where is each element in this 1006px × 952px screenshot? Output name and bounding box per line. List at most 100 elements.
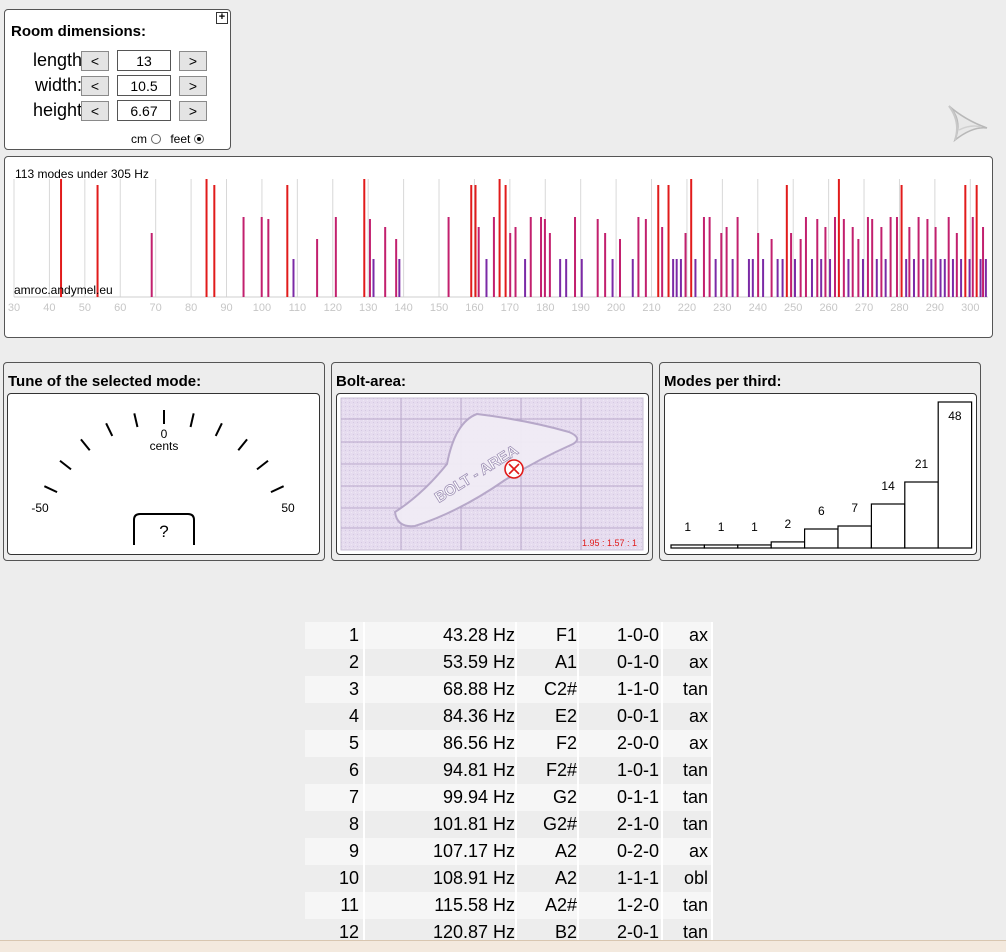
mode-type: tan [662,676,713,703]
length-increase-button[interactable]: > [179,51,207,71]
feet-label: feet [170,132,191,146]
bolt-area-plot: BOLT - AREA 1.95 : 1.57 : 1 [336,393,649,555]
mode-index: 9 [305,838,365,865]
table-row[interactable]: 11 115.58 Hz A2# 1-2-0 tan [305,892,713,919]
mode-note: A2 [516,865,579,892]
tune-title: Tune of the selected mode: [8,373,202,390]
modes-table: 1 43.28 Hz F1 1-0-0 ax 2 53.59 Hz A1 0-1-0 ax 3 68.… [305,622,713,946]
length-input[interactable] [117,50,171,71]
unit-selector: cm feet [131,132,210,146]
tune-scale-tick [133,413,139,428]
mode-frequency: 99.94 Hz [364,784,517,811]
height-decrease-button[interactable]: < [81,101,109,121]
mode-indices: 2-1-0 [578,811,663,838]
spectrum-tick-label: 250 [784,302,802,314]
spectrum-tick-label: 180 [536,302,554,314]
feet-radio[interactable] [194,134,205,144]
spectrum-tick-label: 270 [855,302,873,314]
expand-icon[interactable]: + [216,12,228,24]
mode-index: 3 [305,676,365,703]
mode-index: 5 [305,730,365,757]
width-label: width: [34,75,82,95]
mode-type: tan [662,811,713,838]
spectrum-tick-label: 290 [926,302,944,314]
table-row[interactable]: 8 101.81 Hz G2# 2-1-0 tan [305,811,713,838]
mode-frequency: 68.88 Hz [364,676,517,703]
spectrum-tick-label: 110 [289,302,307,314]
spectrum-tick-label: 100 [253,302,271,314]
mode-frequency: 43.28 Hz [364,622,517,649]
mode-indices: 1-0-1 [578,757,663,784]
mode-frequency: 84.36 Hz [364,703,517,730]
tune-scale-tick [256,459,269,471]
mode-indices: 0-2-0 [578,838,663,865]
cm-radio[interactable] [151,134,161,144]
spectrum-tick-label: 220 [678,302,696,314]
room-dimensions-title: Room dimensions: [11,23,147,40]
mode-spectrum-chart[interactable]: 30 40 50 60 70 80 90 100 110 120 130 140 150 160 170 18… [5,157,992,337]
mode-index: 11 [305,892,365,919]
tune-min-label: -50 [31,501,49,515]
mode-note: E2 [516,703,579,730]
tune-scale-tick [214,422,223,437]
mode-note: F1 [516,622,579,649]
spectrum-tick-label: 90 [220,302,232,314]
mode-indices: 1-0-0 [578,622,663,649]
mode-indices: 0-1-0 [578,649,663,676]
spectrum-tick-label: 30 [8,302,20,314]
status-strip [0,940,1006,952]
spectrum-tick-label: 190 [572,302,590,314]
mode-note: A2 [516,838,579,865]
tune-scale-tick [237,438,248,451]
table-row[interactable]: 5 86.56 Hz F2 2-0-0 ax [305,730,713,757]
table-row[interactable]: 6 94.81 Hz F2# 1-0-1 tan [305,757,713,784]
third-bar [837,525,873,549]
width-input[interactable] [117,75,171,96]
length-label: length [32,50,82,70]
mode-frequency: 94.81 Hz [364,757,517,784]
table-row[interactable]: 4 84.36 Hz E2 0-0-1 ax [305,703,713,730]
mode-spectrum-panel[interactable]: 30 40 50 60 70 80 90 100 110 120 130 140 150 160 170 18… [4,156,993,338]
spectrum-tick-label: 130 [359,302,377,314]
mode-indices: 1-2-0 [578,892,663,919]
third-bar [770,541,806,549]
length-decrease-button[interactable]: < [81,51,109,71]
table-row[interactable]: 2 53.59 Hz A1 0-1-0 ax [305,649,713,676]
mode-index: 4 [305,703,365,730]
mode-note: F2# [516,757,579,784]
table-row[interactable]: 9 107.17 Hz A2 0-2-0 ax [305,838,713,865]
mode-index: 7 [305,784,365,811]
third-bar [804,528,839,549]
third-bar-label: 2 [785,517,792,531]
modes-per-third-title: Modes per third: [664,373,782,390]
spectrum-tick-label: 40 [43,302,55,314]
width-increase-button[interactable]: > [179,76,207,96]
mode-note: G2 [516,784,579,811]
x-circle-icon [504,459,524,479]
spectrum-tick-label: 210 [642,302,660,314]
width-decrease-button[interactable]: < [81,76,109,96]
table-row[interactable]: 10 108.91 Hz A2 1-1-1 obl [305,865,713,892]
tune-meter: 0 cents -50 50 ? [7,393,320,555]
height-input[interactable] [117,100,171,121]
mode-frequency: 53.59 Hz [364,649,517,676]
spectrum-tick-label: 170 [501,302,519,314]
tune-scale-tick [105,422,114,437]
spectrum-tick-label: 140 [394,302,412,314]
site-watermark: amroc.andymel.eu [14,283,113,297]
mode-frequency: 108.91 Hz [364,865,517,892]
table-row[interactable]: 3 68.88 Hz C2# 1-1-0 tan [305,676,713,703]
mode-frequency: 86.56 Hz [364,730,517,757]
mode-type: ax [662,730,713,757]
mode-note: F2 [516,730,579,757]
table-row[interactable]: 7 99.94 Hz G2 0-1-1 tan [305,784,713,811]
tune-dial: 0 cents -50 50 ? [31,410,295,545]
height-increase-button[interactable]: > [179,101,207,121]
mode-note: A2# [516,892,579,919]
table-row[interactable]: 1 43.28 Hz F1 1-0-0 ax [305,622,713,649]
spectrum-tick-label: 150 [430,302,448,314]
third-bar-label: 21 [915,457,929,471]
mode-type: tan [662,757,713,784]
speaker-cone-icon [948,105,988,143]
modes-per-third-chart: 1 1 1 2 6 7 14 21 48 [664,393,977,555]
